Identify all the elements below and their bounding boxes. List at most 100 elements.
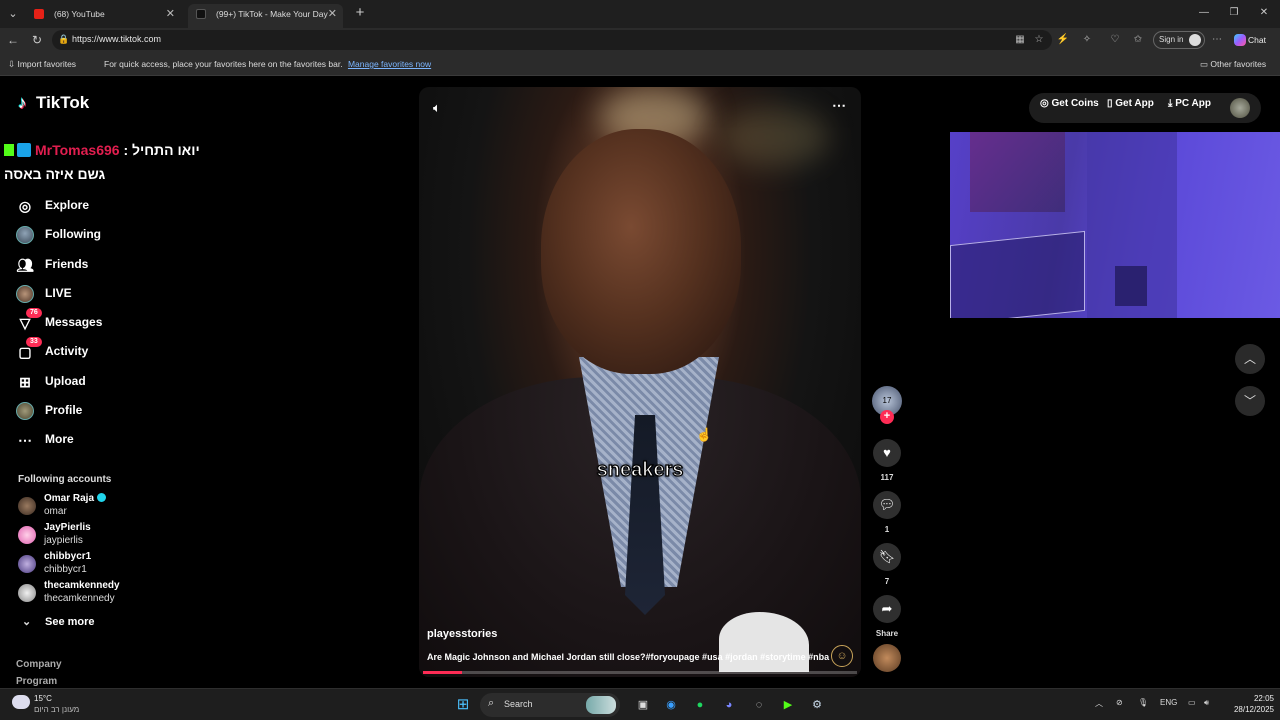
music-disc-icon[interactable] xyxy=(873,644,901,672)
refresh-icon[interactable]: ↻ xyxy=(28,31,46,49)
sidebar-item-label: Friends xyxy=(45,256,89,271)
bookmark-icon[interactable]: 🔖︎ xyxy=(873,543,901,571)
chat-message-line2: גשם איזה באסה xyxy=(4,166,106,182)
chat-label: Chat xyxy=(1248,35,1266,45)
avatar xyxy=(18,526,36,544)
next-video-chevron-down-icon[interactable]: ﹀ xyxy=(1235,386,1265,416)
get-coins-button[interactable]: ◎ Get Coins xyxy=(1040,98,1099,109)
tiktok-page: ♪ TikTok MrTomas696 : יואו התחיל גשם איזה… xyxy=(0,76,1280,688)
extension-icon[interactable]: ⚡ xyxy=(1056,33,1070,47)
minimize-icon[interactable]: — xyxy=(1194,4,1214,22)
sidebar-item-upload[interactable]: ⊞ Upload xyxy=(14,367,154,396)
task-view-icon[interactable]: ▣ xyxy=(634,696,652,714)
get-app-button[interactable]: ▯ Get App xyxy=(1107,98,1154,109)
stream-chat-overlay: MrTomas696 : יואו התחיל גשם איזה באסה xyxy=(4,138,234,186)
background-light xyxy=(719,107,829,167)
sidebar-item-messages[interactable]: ▽ 76 Messages xyxy=(14,308,154,337)
comment-icon[interactable]: 💬︎ xyxy=(873,491,901,519)
footer-link-company[interactable]: Company xyxy=(16,659,62,670)
settings-more-icon[interactable]: ⋯ xyxy=(1210,33,1224,47)
video-progress-fill xyxy=(423,671,463,674)
following-account[interactable]: JayPierlis jaypierlis xyxy=(18,522,148,550)
maximize-icon[interactable]: ❐ xyxy=(1224,4,1244,22)
address-bar[interactable]: 🔒 https://www.tiktok.com xyxy=(52,30,1052,50)
effect-sticker-icon[interactable]: ☺ xyxy=(831,645,853,667)
favorites-list-icon[interactable]: ✩ xyxy=(1131,33,1145,47)
following-account[interactable]: chibbycr1 chibbycr1 xyxy=(18,551,148,579)
copilot-chat-button[interactable]: Chat xyxy=(1232,31,1276,49)
previous-video-chevron-up-icon[interactable]: ︿ xyxy=(1235,344,1265,374)
weather-condition: מעונן רב היום xyxy=(34,705,80,714)
tab-tiktok[interactable]: (99+) TikTok - Make Your Day ✕ xyxy=(188,4,343,28)
network-off-icon[interactable]: ⊘ xyxy=(1116,698,1123,707)
sidebar-item-profile[interactable]: Profile xyxy=(14,396,154,425)
close-tab-icon[interactable]: ✕ xyxy=(166,4,175,24)
live-avatar-icon xyxy=(16,284,34,303)
kick-studio-icon[interactable]: ▶ xyxy=(779,696,797,714)
footer-link-program[interactable]: Program xyxy=(16,676,57,687)
extensions-puzzle-icon[interactable]: ✧ xyxy=(1080,33,1094,47)
more-dots-icon: ⋯ xyxy=(18,432,32,449)
sidebar-item-explore[interactable]: ◎ Explore xyxy=(14,191,154,220)
volume-icon[interactable]: 🔈︎ xyxy=(433,100,441,116)
sign-in-button[interactable]: Sign in xyxy=(1153,31,1205,49)
see-more-label: See more xyxy=(45,616,95,628)
system-clock[interactable]: 22:05 28/12/2025 xyxy=(1224,693,1274,715)
new-tab-button[interactable]: + xyxy=(351,4,369,22)
spotify-icon[interactable]: ● xyxy=(691,696,709,714)
sidebar-item-following[interactable]: Following xyxy=(14,220,154,249)
display-icon[interactable]: ▭ xyxy=(1188,698,1196,707)
app-available-icon[interactable]: ▦ xyxy=(1013,33,1027,47)
other-favorites-button[interactable]: ▭ Other favorites xyxy=(1200,59,1266,70)
site-info-icon[interactable]: 🔒 xyxy=(58,34,69,45)
browser-essentials-icon[interactable]: ♡ xyxy=(1108,33,1122,47)
tiktok-logo[interactable]: ♪ TikTok xyxy=(18,93,89,113)
language-indicator[interactable]: ENG xyxy=(1160,698,1177,707)
follow-plus-icon[interactable]: + xyxy=(880,410,894,424)
favorite-star-icon[interactable]: ☆ xyxy=(1032,33,1046,47)
more-options-icon[interactable]: ⋯ xyxy=(832,97,847,114)
profile-avatar-icon xyxy=(1189,34,1201,46)
app-icon[interactable]: ◌ xyxy=(750,696,768,714)
account-name: thecamkennedy xyxy=(44,580,120,591)
tab-youtube[interactable]: (68) YouTube ✕ xyxy=(26,4,181,28)
video-progress-bar[interactable] xyxy=(423,671,857,674)
like-count: 117 xyxy=(880,473,894,482)
activity-badge: 33 xyxy=(26,337,42,348)
show-hidden-icons-chevron-up-icon[interactable]: ︿ xyxy=(1095,698,1103,709)
close-tab-icon[interactable]: ✕ xyxy=(328,4,337,24)
tab-actions-menu-icon[interactable]: ⌄ xyxy=(4,5,22,23)
video-description: Are Magic Johnson and Michael Jordan sti… xyxy=(427,652,830,662)
see-more-button[interactable]: ⌄ See more xyxy=(22,615,95,628)
taskbar-search[interactable]: ⌕ Search xyxy=(480,693,620,717)
webcam-object xyxy=(1115,266,1147,306)
pc-app-button[interactable]: ⤓ PC App xyxy=(1168,98,1211,109)
video-player[interactable]: sneakers 🔈︎ ⋯ playesstories Are Magic Jo… xyxy=(419,87,861,677)
account-handle: chibbycr1 xyxy=(44,564,87,575)
import-favorites-label: Import favorites xyxy=(17,59,77,69)
share-icon[interactable]: ➦ xyxy=(873,595,901,623)
volume-icon[interactable]: 🔊︎ xyxy=(1204,698,1209,708)
discord-icon[interactable]: ◕ xyxy=(720,696,738,714)
user-avatar[interactable] xyxy=(1230,98,1250,118)
favorites-bar: ⇩ Import favorites For quick access, pla… xyxy=(0,52,1280,76)
sidebar-item-more[interactable]: ⋯ More xyxy=(14,425,154,454)
edge-browser-icon[interactable]: ◉ xyxy=(662,696,680,714)
following-avatar-icon xyxy=(16,226,34,245)
microphone-icon[interactable]: 🎙︎ xyxy=(1138,698,1148,707)
windows-start-icon[interactable]: ⊞ xyxy=(454,696,472,714)
like-heart-icon[interactable]: ♥ xyxy=(873,439,901,467)
following-account[interactable]: Omar Raja omar xyxy=(18,493,148,521)
webcam-wall-poster xyxy=(970,132,1065,212)
import-favorites-button[interactable]: ⇩ Import favorites xyxy=(8,59,76,70)
following-account[interactable]: thecamkennedy thecamkennedy xyxy=(18,580,148,608)
sidebar-item-live[interactable]: LIVE xyxy=(14,279,154,308)
sidebar-item-activity[interactable]: ▢ 33 Activity xyxy=(14,337,154,366)
manage-favorites-link[interactable]: Manage favorites now xyxy=(348,59,431,69)
messages-badge: 76 xyxy=(26,308,42,319)
steam-icon[interactable]: ⚙ xyxy=(808,696,826,714)
video-author[interactable]: playesstories xyxy=(427,628,497,640)
back-arrow-icon[interactable]: ← xyxy=(4,31,22,49)
close-window-icon[interactable]: ✕ xyxy=(1254,4,1274,22)
sidebar-item-friends[interactable]: 👥︎ Friends xyxy=(14,250,154,279)
